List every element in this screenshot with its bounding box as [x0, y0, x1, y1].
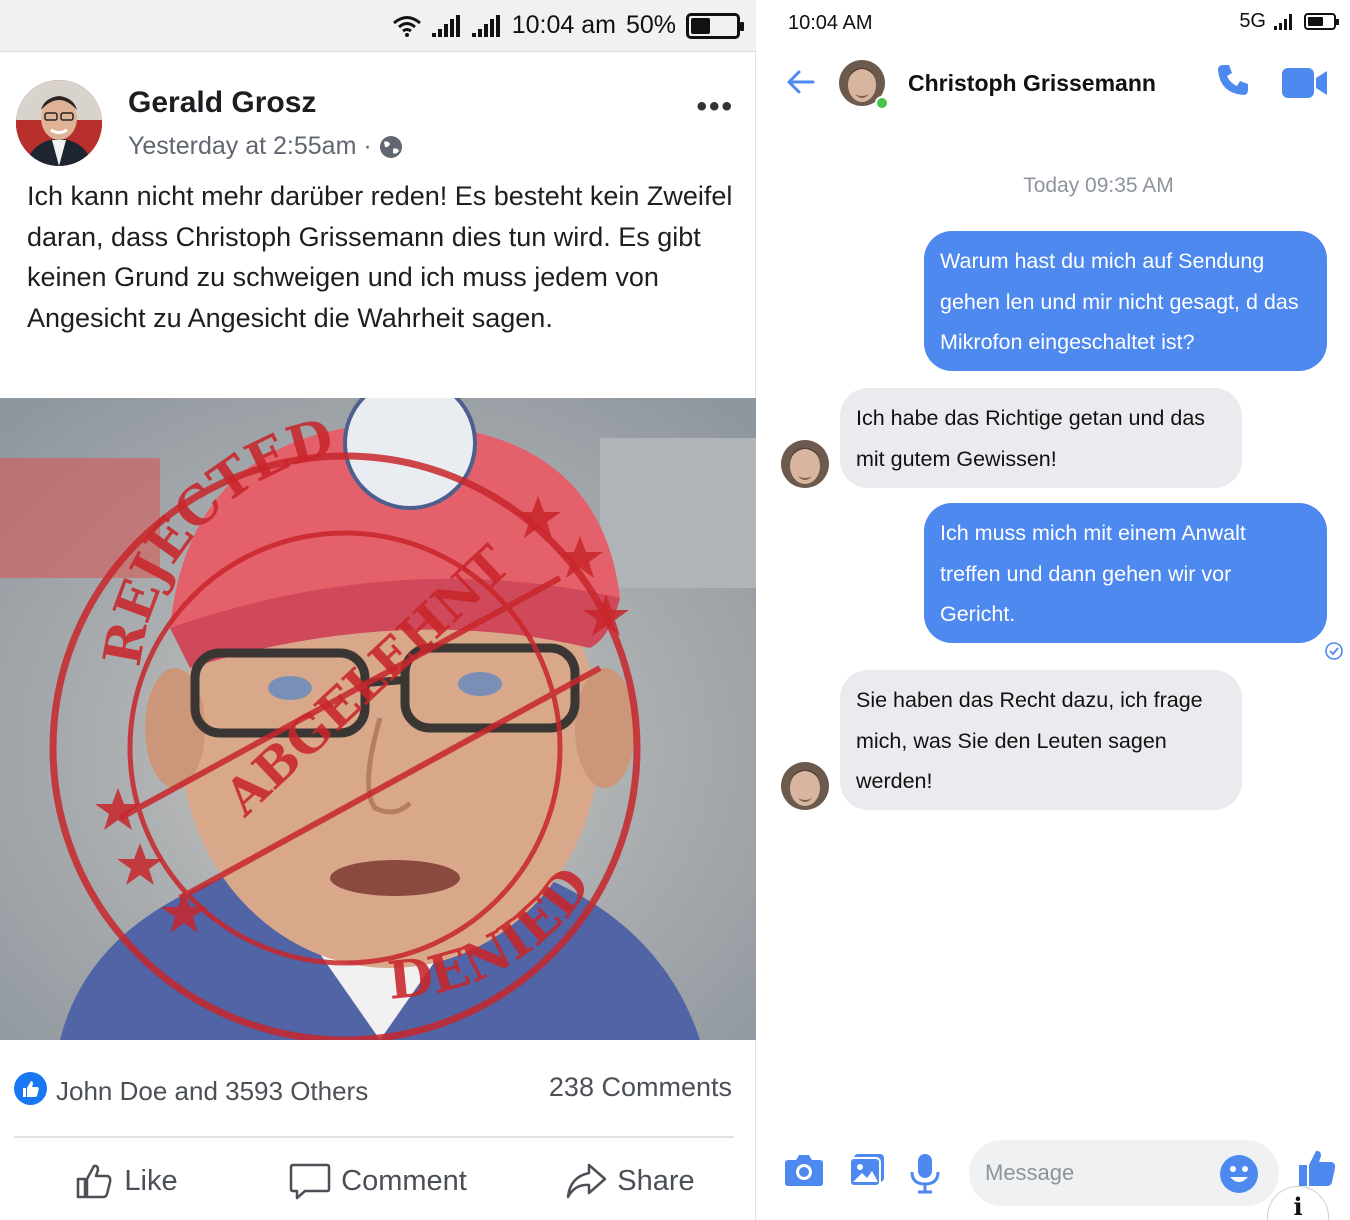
signal-icon	[431, 14, 460, 37]
status-time-right: 10:04 AM	[788, 12, 873, 34]
comment-icon	[289, 1163, 331, 1200]
post-image[interactable]: REJECTED ABGELEHNT DENIED	[0, 398, 756, 1040]
signal-icon-2	[471, 14, 500, 37]
post-author-name[interactable]: Gerald Grosz	[128, 86, 316, 120]
sent-check-icon	[1325, 642, 1343, 660]
more-options-button[interactable]: •••	[696, 90, 734, 124]
message-incoming[interactable]: Sie haben das Recht dazu, ich frage mich…	[840, 670, 1242, 810]
facebook-post-screen: 10:04 am 50% Gerald Grosz Yesterday at 2…	[0, 0, 756, 1220]
microphone-icon[interactable]	[908, 1152, 942, 1194]
network-indicators: 5G	[1239, 10, 1339, 33]
battery-icon	[686, 12, 744, 39]
thumbs-up-icon	[77, 1164, 112, 1199]
message-outgoing[interactable]: Warum hast du mich auf Sendung gehen len…	[924, 231, 1327, 371]
post-header: Gerald Grosz Yesterday at 2:55am · •••	[16, 80, 740, 170]
phone-call-icon[interactable]	[1215, 62, 1251, 98]
back-arrow-icon[interactable]	[785, 66, 817, 98]
divider	[14, 1136, 734, 1138]
globe-icon	[379, 135, 402, 158]
wifi-icon	[392, 15, 421, 37]
messenger-screen: 10:04 AM 5G Christoph Grissemann Today 0…	[757, 0, 1350, 1220]
post-meta: Yesterday at 2:55am ·	[128, 132, 404, 161]
status-bar-right: 10:04 AM 5G	[757, 0, 1350, 44]
status-bar: 10:04 am 50%	[0, 0, 756, 52]
message-input[interactable]	[985, 1158, 1205, 1188]
thumbs-up-send-icon[interactable]	[1297, 1148, 1337, 1188]
battery-percent: 50%	[625, 11, 676, 39]
share-icon	[567, 1163, 607, 1199]
reactions-bar: John Doe and 3593 Others 238 Comments	[14, 1068, 738, 1118]
gallery-icon[interactable]	[848, 1152, 886, 1188]
post-text: Ich kann nicht mehr darüber reden! Es be…	[27, 181, 733, 333]
chat-timestamp: Today 09:35 AM	[757, 174, 1350, 198]
comment-button[interactable]: Comment	[252, 1150, 504, 1212]
video-call-icon[interactable]	[1282, 68, 1328, 98]
reactions-text[interactable]: John Doe and 3593 Others	[56, 1076, 368, 1107]
like-reaction-icon	[14, 1072, 47, 1105]
emoji-icon[interactable]	[1219, 1154, 1259, 1194]
author-avatar[interactable]	[16, 80, 102, 166]
signal-icon-right	[1274, 13, 1292, 30]
battery-icon-right	[1304, 13, 1339, 30]
share-button[interactable]: Share	[504, 1150, 756, 1212]
message-input-wrapper	[969, 1140, 1279, 1206]
share-label: Share	[617, 1164, 695, 1197]
message-outgoing[interactable]: Ich muss mich mit einem Anwalt treffen u…	[924, 503, 1327, 643]
comment-label: Comment	[341, 1164, 467, 1197]
message-incoming[interactable]: Ich habe das Richtige getan und das mit …	[840, 388, 1242, 488]
camera-icon[interactable]	[784, 1152, 824, 1188]
status-time: 10:04 am	[511, 11, 616, 39]
chat-header: Christoph Grissemann	[757, 50, 1350, 116]
network-type: 5G	[1239, 10, 1266, 32]
online-status-dot	[875, 96, 889, 110]
contact-mini-avatar	[781, 762, 829, 810]
message-composer	[757, 1138, 1350, 1210]
like-button[interactable]: Like	[0, 1150, 252, 1212]
contact-mini-avatar	[781, 440, 829, 488]
contact-name[interactable]: Christoph Grissemann	[908, 70, 1156, 97]
post-timestamp: Yesterday at 2:55am ·	[128, 132, 372, 160]
comments-count[interactable]: 238 Comments	[549, 1072, 732, 1103]
chat-timestamp-text: Today 09:35 AM	[1023, 174, 1174, 197]
post-actions: Like Comment Share	[0, 1150, 756, 1212]
like-label: Like	[124, 1164, 178, 1197]
